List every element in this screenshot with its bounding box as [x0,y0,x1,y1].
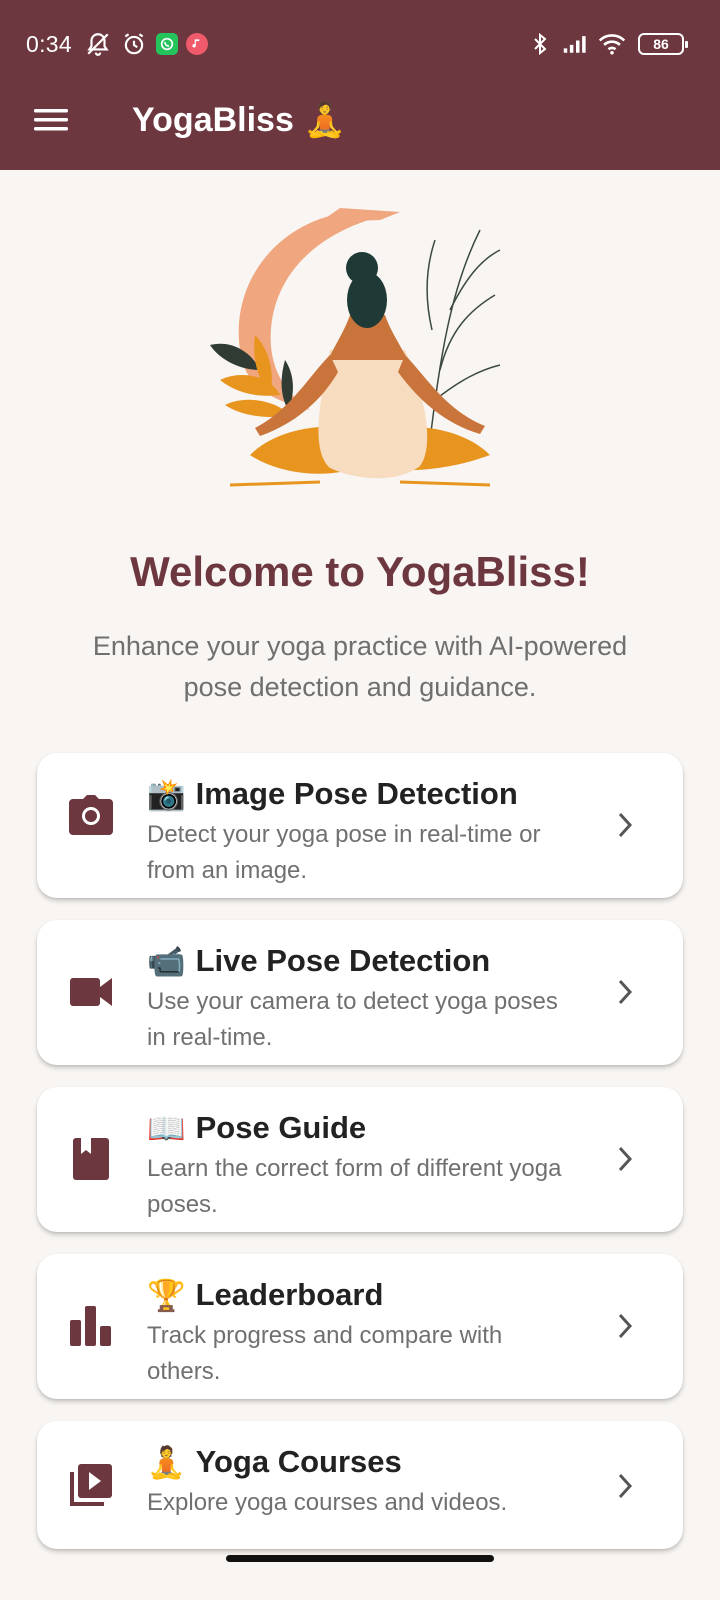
book-icon [69,1137,113,1181]
card-text: 📹 Live Pose Detection Use your camera to… [147,940,577,1056]
bluetooth-icon [526,30,554,58]
wifi-icon [598,30,626,58]
whatsapp-icon [155,33,178,55]
status-right: 86 [526,30,688,58]
app-title-text: YogaBliss [132,100,294,139]
card-description: Explore yoga courses and videos. [147,1489,508,1516]
home-indicator[interactable] [226,1555,494,1562]
app-bar: YogaBliss 🧘 [0,88,720,152]
app-title: YogaBliss 🧘 [132,100,346,140]
menu-button[interactable] [26,100,76,140]
hamburger-menu-icon[interactable] [33,107,69,133]
camera-flash-emoji-icon: 📸 [147,776,186,812]
app-header: 0:34 86 YogaBliss 🧘 [0,0,720,170]
image-pose-detection-card[interactable]: 📸 Image Pose Detection Detect your yoga … [37,753,683,898]
card-description: Learn the correct form of different yoga… [147,1155,562,1218]
meditation-emoji-icon: 🧘 [303,101,347,139]
bar-chart-icon [69,1304,113,1348]
card-title: 📖 Pose Guide [147,1107,577,1149]
chevron-right-icon [613,1311,637,1341]
card-title: 📸 Image Pose Detection [147,773,577,815]
battery-indicator: 86 [638,33,688,55]
status-left: 0:34 [26,30,208,58]
alarm-icon [120,30,148,58]
video-library-icon [69,1463,113,1507]
welcome-heading: Welcome to YogaBliss! [130,548,590,595]
card-description: Use your camera to detect yoga poses in … [147,988,558,1051]
card-title-text: Image Pose Detection [195,776,518,811]
chevron-right-icon [613,810,637,840]
card-title-text: Leaderboard [195,1277,384,1312]
chevron-right-icon [613,1471,637,1501]
card-title-text: Live Pose Detection [195,943,491,978]
card-title: 📹 Live Pose Detection [147,940,577,982]
card-text: 🧘 Yoga Courses Explore yoga courses and … [147,1441,577,1521]
meditation-illustration [200,200,520,510]
card-text: 🏆 Leaderboard Track progress and compare… [147,1274,577,1390]
open-book-emoji-icon: 📖 [147,1110,186,1146]
card-text: 📖 Pose Guide Learn the correct form of d… [147,1107,577,1223]
status-time: 0:34 [26,30,72,57]
videocam-icon [69,970,113,1014]
camera-icon [69,793,113,837]
pose-guide-card[interactable]: 📖 Pose Guide Learn the correct form of d… [37,1087,683,1232]
card-title: 🏆 Leaderboard [147,1274,577,1316]
card-title: 🧘 Yoga Courses [147,1441,577,1483]
card-title-text: Pose Guide [195,1110,367,1145]
chevron-right-icon [613,977,637,1007]
signal-icon [562,30,590,58]
card-description: Detect your yoga pose in real-time or fr… [147,821,541,884]
leaderboard-card[interactable]: 🏆 Leaderboard Track progress and compare… [37,1254,683,1399]
meditation-emoji-icon: 🧘 [147,1444,186,1480]
card-title-text: Yoga Courses [195,1444,402,1479]
music-app-icon [185,33,208,55]
live-pose-detection-card[interactable]: 📹 Live Pose Detection Use your camera to… [37,920,683,1065]
welcome-subtitle: Enhance your yoga practice with AI-power… [92,631,628,702]
video-camera-emoji-icon: 📹 [147,943,186,979]
status-bar: 0:34 86 [0,26,720,62]
chevron-right-icon [613,1144,637,1174]
yoga-courses-card[interactable]: 🧘 Yoga Courses Explore yoga courses and … [37,1421,683,1549]
notifications-off-icon [84,30,112,58]
card-text: 📸 Image Pose Detection Detect your yoga … [147,773,577,889]
card-description: Track progress and compare with others. [147,1322,503,1385]
trophy-emoji-icon: 🏆 [147,1277,186,1313]
